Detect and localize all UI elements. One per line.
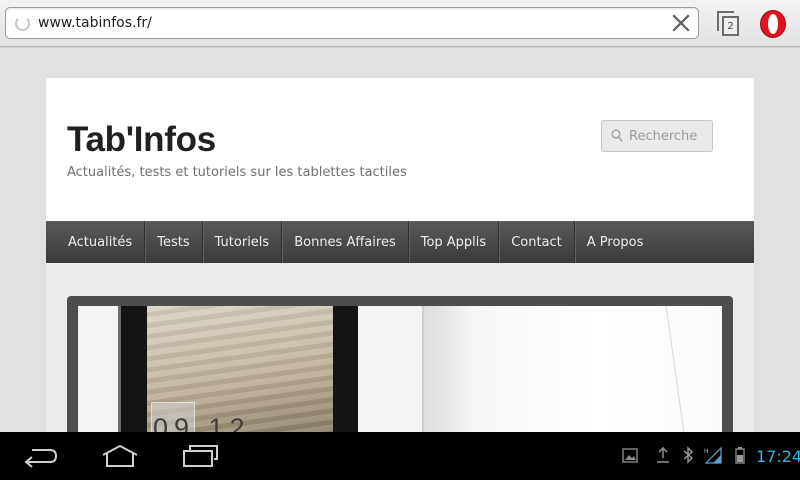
url-text[interactable]: www.tabinfos.fr/ [38,15,152,31]
status-clock[interactable]: 17:24 [756,447,800,466]
signal-icon: H [704,446,722,464]
nav-item-a-propos[interactable]: A Propos [575,221,656,263]
address-bar[interactable]: www.tabinfos.fr/ [5,7,699,39]
nav-item-bonnes-affaires[interactable]: Bonnes Affaires [282,221,409,263]
opera-menu-button[interactable] [758,8,788,40]
loading-icon [15,16,30,31]
nav-item-top-applis[interactable]: Top Applis [409,221,500,263]
search-icon [611,129,623,143]
search-input[interactable] [629,126,709,146]
content-area: 09 12 [46,263,754,432]
tablet-edge [616,306,694,432]
close-icon [672,14,690,32]
opera-logo-icon [760,10,786,38]
back-button-icon[interactable] [22,444,58,468]
tablet-front-image: 09 12 [118,306,358,432]
search-field[interactable] [601,120,713,152]
recent-apps-button-icon[interactable] [182,444,220,468]
tablet-back-image [422,306,722,432]
tab-count: 2 [722,16,739,36]
home-button-icon[interactable] [101,444,139,468]
nav-item-contact[interactable]: Contact [499,221,575,263]
system-navigation-bar: H 17:24 [0,432,800,480]
nav-item-actualites[interactable]: Actualités [56,221,146,263]
nav-item-tutoriels[interactable]: Tutoriels [203,221,283,263]
battery-icon [735,447,745,464]
site-title[interactable]: Tab'Infos [67,120,216,160]
tabs-button[interactable]: 2 [712,8,744,40]
upload-icon[interactable] [656,446,670,464]
site-page: Tab'Infos Actualités, tests et tutoriels… [46,78,754,432]
svg-text:H: H [704,448,709,455]
clear-url-button[interactable] [668,10,694,36]
bluetooth-icon [683,446,694,464]
featured-article-image[interactable]: 09 12 [78,306,722,432]
main-nav: Actualités Tests Tutoriels Bonnes Affair… [46,221,754,263]
browser-toolbar: www.tabinfos.fr/ 2 [0,0,800,47]
tablet-screen: 09 12 [147,306,333,432]
featured-article-frame[interactable]: 09 12 [67,296,733,432]
nav-item-tests[interactable]: Tests [145,221,203,263]
image-notification-icon[interactable] [622,446,638,464]
clock-widget-time: 09 12 [153,413,251,432]
page-viewport[interactable]: Tab'Infos Actualités, tests et tutoriels… [0,48,800,432]
site-tagline: Actualités, tests et tutoriels sur les t… [67,165,407,180]
